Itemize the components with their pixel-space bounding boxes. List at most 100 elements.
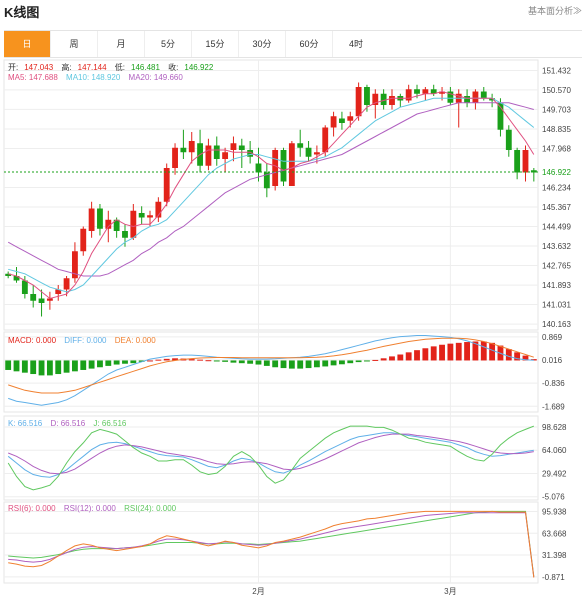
candle-body <box>122 231 128 238</box>
macd-bar <box>305 360 312 369</box>
macd-bar <box>38 360 45 376</box>
close-value: 146.922 <box>184 63 214 72</box>
rsi-tick-label: 95.938 <box>542 507 567 516</box>
macd-bar <box>197 359 203 361</box>
ma-legend: MA5: 147.688 MA10: 148.920 MA20: 149.660 <box>8 73 189 82</box>
candle-body <box>347 116 354 121</box>
macd-bar <box>280 360 287 369</box>
candle-body <box>138 213 145 218</box>
candle-body <box>472 91 479 103</box>
candle-body <box>405 89 412 101</box>
macd-bar <box>113 360 120 365</box>
price-tick-label: 145.367 <box>542 203 571 212</box>
macd-legend-value: MACD: 0.000 <box>8 336 57 345</box>
macd-bar <box>55 360 62 375</box>
price-tick-label: 141.031 <box>542 301 571 310</box>
candle-body <box>205 145 212 166</box>
macd-bar <box>480 341 487 361</box>
macd-bar <box>372 359 379 361</box>
rsi-tick-label: -0.871 <box>542 573 565 582</box>
candle-body <box>88 208 95 231</box>
macd-bar <box>447 343 454 361</box>
macd-bar <box>330 360 337 366</box>
macd-bar <box>347 360 354 364</box>
candle-body <box>480 91 487 99</box>
ohlc-legend: 开: 147.043 高: 147.144 低: 146.481 收: 146.922 <box>8 62 219 73</box>
x-tick-label: 2月 <box>252 587 264 596</box>
price-tick-label: 148.835 <box>542 125 571 134</box>
price-tick-label: 142.765 <box>542 262 571 271</box>
candle-body <box>522 150 529 173</box>
candle-body <box>213 145 220 159</box>
x-tick-label: 3月 <box>444 587 456 596</box>
macd-bar <box>130 360 137 364</box>
rsi-tick-label: 31.398 <box>542 551 567 560</box>
candle-body <box>38 298 45 303</box>
macd-tick-label: -1.689 <box>542 402 565 411</box>
candle-body <box>272 150 279 186</box>
macd-bar <box>80 360 87 370</box>
macd-bar <box>155 359 162 361</box>
candle-body <box>355 87 362 117</box>
kdj-tick-label: 64.060 <box>542 446 567 455</box>
candle-body <box>188 141 195 153</box>
candle-body <box>313 152 320 155</box>
dea-legend-value: DEA: 0.000 <box>114 336 156 345</box>
candle-body <box>255 163 262 173</box>
macd-bar <box>46 360 53 376</box>
candle-body <box>238 145 245 150</box>
k-legend-value: K: 66.516 <box>8 419 43 428</box>
macd-tick-label: 0.016 <box>542 356 563 365</box>
j-line <box>7 425 534 491</box>
macd-bar <box>105 360 112 366</box>
rsi24-legend-value: RSI(24): 0.000 <box>124 504 177 513</box>
macd-bar <box>30 360 37 375</box>
macd-bar <box>489 342 496 361</box>
macd-bar <box>505 349 512 361</box>
macd-bar <box>380 358 387 361</box>
macd-bar <box>389 356 395 361</box>
candle-body <box>297 143 304 148</box>
macd-bar <box>339 360 345 365</box>
macd-bar <box>263 360 270 366</box>
rsi-panel-frame <box>3 501 539 584</box>
candle-body <box>505 129 512 150</box>
candle-body <box>464 96 470 103</box>
candle-body <box>288 143 295 186</box>
price-tick-label: 144.499 <box>542 223 571 232</box>
ma20-legend: MA20: 149.660 <box>128 73 183 82</box>
open-value: 147.043 <box>24 63 54 72</box>
candle-body <box>172 147 178 168</box>
dea-line <box>8 337 534 394</box>
rsi12-legend-value: RSI(12): 0.000 <box>63 504 116 513</box>
candle-body <box>80 228 87 252</box>
price-tick-label: 143.632 <box>542 242 571 251</box>
rsi-tick-label: 63.668 <box>542 529 567 538</box>
macd-bar <box>122 360 128 364</box>
diff-line <box>8 335 534 406</box>
macd-tick-label: 0.869 <box>542 333 563 342</box>
kdj-panel-frame <box>3 415 539 501</box>
candle-body <box>514 150 521 173</box>
price-tick-label: 141.893 <box>542 281 571 290</box>
macd-tick-label: -0.836 <box>542 379 565 388</box>
rsi6-line <box>8 510 535 578</box>
macd-bar <box>313 360 320 368</box>
candle-body <box>147 215 153 218</box>
macd-legend: MACD: 0.000 DIFF: 0.000 DEA: 0.000 <box>8 336 162 345</box>
macd-bar <box>414 350 420 361</box>
macd-bar <box>238 360 245 364</box>
rsi-legend: RSI(6): 0.000 RSI(12): 0.000 RSI(24): 0.… <box>8 504 182 513</box>
macd-bar <box>422 348 429 361</box>
candle-body <box>380 93 387 105</box>
kdj-tick-label: -5.076 <box>542 493 565 502</box>
macd-bar <box>5 360 12 370</box>
candle-body <box>222 152 229 159</box>
candle-body <box>389 96 395 105</box>
macd-bar <box>297 360 304 369</box>
macd-bar <box>364 360 370 362</box>
low-label: 低: <box>114 63 126 72</box>
high-value: 147.144 <box>77 63 107 72</box>
macd-bar <box>430 346 437 361</box>
macd-bar <box>63 360 70 373</box>
